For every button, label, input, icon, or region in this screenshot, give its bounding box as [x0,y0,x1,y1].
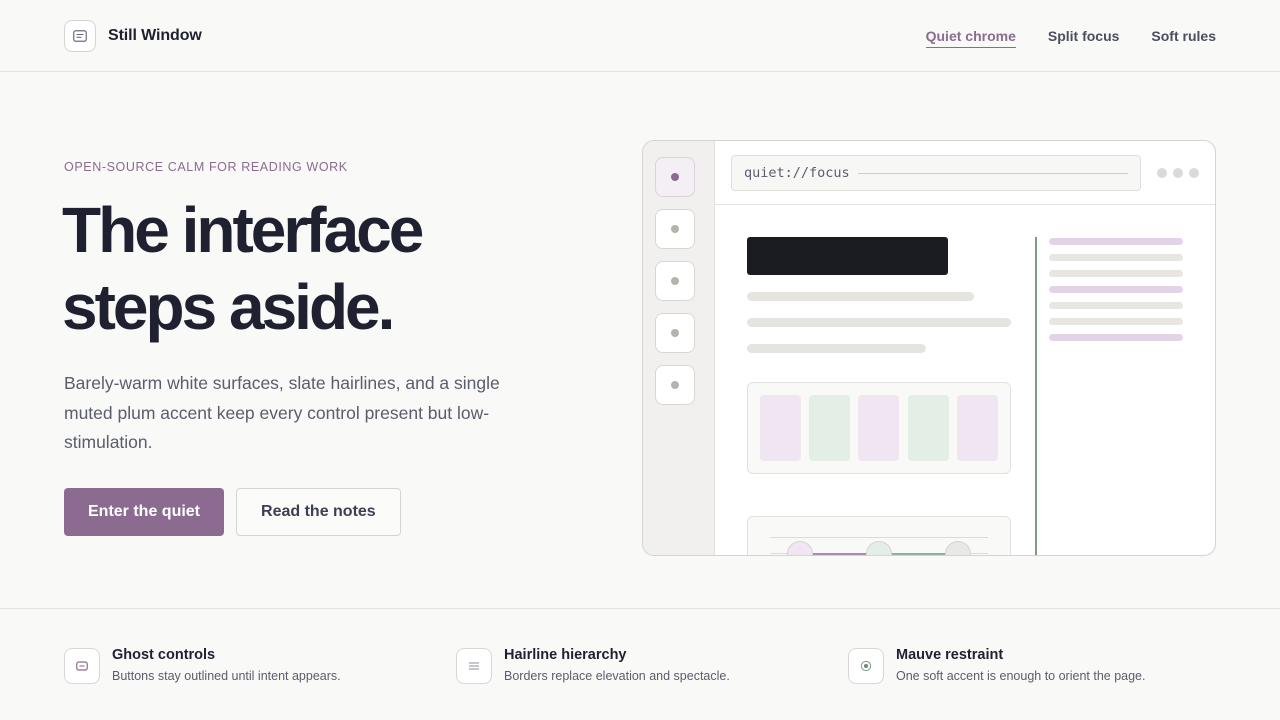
headline-line-2: steps aside. [62,271,395,343]
rail-button-5[interactable] [655,365,695,405]
site-header: Still Window Quiet chrome Split focus So… [0,0,1280,72]
feature-description: One soft accent is enough to orient the … [896,669,1146,683]
swatch-plum [957,395,998,461]
dot-icon [671,173,679,181]
swatch-plum [760,395,801,461]
hero-headline: The interface steps aside. [62,192,582,346]
window-topbar: quiet://focus [715,141,1215,205]
timeline-node-neutral [945,541,971,555]
dot-icon [671,225,679,233]
feature-title: Hairline hierarchy [504,647,627,663]
timeline-node-sage [866,541,892,555]
outline-line [1049,302,1183,309]
dot-icon [671,277,679,285]
rail-button-4[interactable] [655,313,695,353]
skeleton-line [747,292,974,301]
feature-strip: Ghost controls Buttons stay outlined unt… [0,608,1280,720]
swatch-sage [809,395,850,461]
swatch-sage [908,395,949,461]
outline-line-accent [1049,334,1183,341]
feature-ghost-controls: Ghost controls Buttons stay outlined unt… [64,647,444,687]
preview-window: quiet://focus [642,140,1216,556]
window-icon [64,20,96,52]
nav-link-soft-rules[interactable]: Soft rules [1151,26,1216,48]
ghost-button-icon [64,648,100,684]
skeleton-line [747,344,926,353]
feature-title: Mauve restraint [896,647,1004,663]
rail-button-2[interactable] [655,209,695,249]
feature-hairline-hierarchy: Hairline hierarchy Borders replace eleva… [456,647,836,687]
timeline-rule [770,537,988,538]
feature-description: Buttons stay outlined until intent appea… [112,669,341,683]
enter-the-quiet-button[interactable]: Enter the quiet [64,488,225,536]
outline-line [1049,270,1183,277]
read-the-notes-button[interactable]: Read the notes [236,488,401,536]
window-controls [1157,168,1199,178]
dot-icon [671,329,679,337]
rail-button-3[interactable] [655,261,695,301]
skeleton-line [747,318,1011,327]
outline-line [1049,254,1183,261]
feature-title: Ghost controls [112,647,216,663]
timeline-node-plum [787,541,813,555]
window-dot-icon[interactable] [1173,168,1183,178]
outline-line [1049,318,1183,325]
cta-row: Enter the quiet Read the notes [64,488,401,536]
outline-line-accent [1049,238,1183,245]
window-dot-icon[interactable] [1157,168,1167,178]
address-text: quiet://focus [744,165,850,181]
nav-link-split-focus[interactable]: Split focus [1048,26,1120,48]
window-rail [643,141,715,555]
target-dot-icon [848,648,884,684]
outline-line-accent [1049,286,1183,293]
swatch-card [747,382,1011,474]
window-content [715,206,1215,555]
hero-lede: Barely-warm white surfaces, slate hairli… [64,373,500,452]
brand-name: Still Window [108,27,202,44]
timeline-card [747,516,1011,555]
brand[interactable]: Still Window [64,20,202,52]
hero-eyebrow: OPEN-SOURCE CALM FOR READING WORK [64,160,348,174]
feature-mauve-restraint: Mauve restraint One soft accent is enoug… [848,647,1228,687]
headline-line-1: The interface [62,194,424,266]
address-rule [857,172,1128,174]
swatch-plum [858,395,899,461]
main-nav: Quiet chrome Split focus Soft rules [925,26,1216,48]
feature-description: Borders replace elevation and spectacle. [504,669,730,683]
outline-rule [1035,237,1037,555]
dot-icon [671,381,679,389]
document-title-block [747,237,948,275]
rail-button-1[interactable] [655,157,695,197]
address-bar[interactable]: quiet://focus [731,155,1141,191]
lines-icon [456,648,492,684]
window-dot-icon[interactable] [1189,168,1199,178]
nav-link-quiet-chrome[interactable]: Quiet chrome [925,26,1016,48]
